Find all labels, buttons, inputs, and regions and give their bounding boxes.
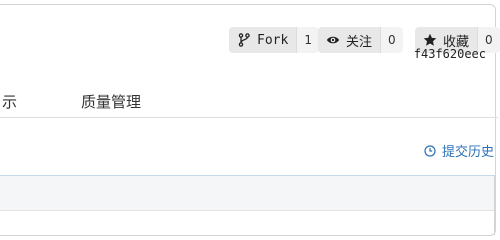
fork-count[interactable]: 1: [296, 27, 319, 53]
fork-button-group: Fork 1: [229, 27, 319, 53]
watch-button-group: 关注 0: [318, 27, 403, 53]
fork-label: Fork: [257, 32, 289, 48]
watch-count[interactable]: 0: [380, 27, 403, 53]
fork-icon: [237, 33, 251, 47]
watch-label: 关注: [346, 34, 373, 50]
tab-partial[interactable]: 示: [2, 91, 17, 112]
repo-tabs: 示 质量管理: [0, 88, 498, 118]
eye-icon: [326, 33, 340, 47]
commit-history-link[interactable]: 提交历史: [423, 141, 494, 160]
latest-commit-box: [0, 175, 495, 235]
commit-hash-link[interactable]: f43f620eec: [414, 47, 486, 61]
history-clock-icon: [423, 144, 437, 158]
commit-history-label: 提交历史: [441, 145, 494, 160]
fork-button[interactable]: Fork: [229, 27, 297, 53]
star-icon: [423, 33, 437, 47]
latest-commit-header: [0, 176, 494, 211]
watch-button[interactable]: 关注: [318, 27, 381, 53]
tab-quality-management[interactable]: 质量管理: [81, 91, 141, 112]
